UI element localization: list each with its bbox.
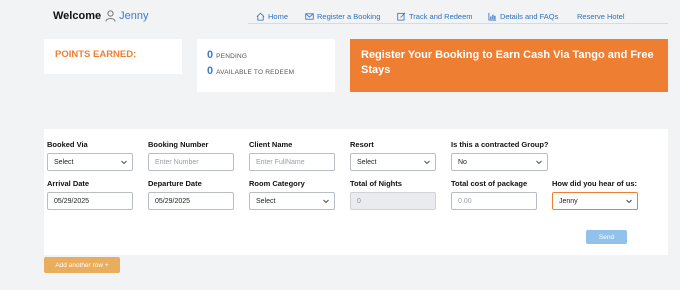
points-earned-card: POINTS EARNED: [44,39,182,74]
home-icon [256,12,265,21]
nav-divider [248,23,668,24]
hear-about-us-field: How did you hear of us: Jenny [552,179,638,210]
nav-register-booking-label: Register a Booking [317,11,381,21]
hear-about-us-label: How did you hear of us: [552,179,638,188]
contracted-group-select[interactable]: No [451,153,548,171]
resort-field: Resort Select [350,140,436,171]
nav-details-faqs-label: Details and FAQs [500,11,559,21]
envelope-icon [305,12,314,20]
client-name-placeholder: Enter FullName [256,158,305,166]
total-nights-label: Total of Nights [350,179,402,188]
resort-select[interactable]: Select [350,153,436,171]
hear-about-us-value: Jenny [559,197,578,205]
promo-banner: Register Your Booking to Earn Cash Via T… [350,39,668,92]
username: Jenny [119,10,149,22]
room-category-field: Room Category Select [249,179,335,210]
points-earned-title: POINTS EARNED: [55,49,137,60]
arrival-date-field: Arrival Date 05/29/2025 [47,179,133,210]
welcome-label: Welcome [53,10,102,22]
booking-form: Booked Via Select Booking Number Enter N… [44,129,668,255]
available-stat: 0 AVAILABLE TO REDEEM [207,65,294,77]
chart-icon [488,12,497,21]
contracted-group-field: Is this a contracted Group? No [451,140,549,171]
pending-stat: 0 PENDING [207,49,247,61]
pending-value: 0 [207,49,214,61]
chevron-down-icon [626,199,632,204]
resort-value: Select [357,158,377,166]
departure-date-label: Departure Date [148,179,202,188]
points-status-card: 0 PENDING 0 AVAILABLE TO REDEEM [197,39,335,92]
available-value: 0 [207,65,214,77]
nav-home-label: Home [268,11,289,21]
contracted-group-value: No [458,158,467,166]
chevron-down-icon [424,160,430,165]
total-nights-input: 0 [350,192,436,210]
nav-reserve-hotel-label: Reserve Hotel [577,11,625,21]
booking-number-label: Booking Number [148,140,209,149]
nav-home[interactable]: Home [256,9,288,23]
nav-details-faqs[interactable]: Details and FAQs [488,9,558,23]
total-cost-label: Total cost of package [451,179,528,188]
departure-date-field: Departure Date 05/29/2025 [148,179,234,210]
booked-via-select[interactable]: Select [47,153,133,171]
top-bar: Welcome Jenny Home Register a Booking Tr… [0,0,680,30]
resort-label: Resort [350,140,374,149]
room-category-label: Room Category [249,179,305,188]
contracted-group-label: Is this a contracted Group? [451,140,549,149]
total-cost-field: Total cost of package 0.00 [451,179,537,210]
departure-date-input[interactable]: 05/29/2025 [148,192,234,210]
booked-via-field: Booked Via Select [47,140,133,171]
pending-label: PENDING [216,53,248,60]
nav-track-redeem[interactable]: Track and Redeem [397,9,473,23]
arrival-date-label: Arrival Date [47,179,90,188]
total-nights-field: Total of Nights 0 [350,179,436,210]
total-cost-placeholder: 0.00 [458,197,472,205]
nav-reserve-hotel[interactable]: Reserve Hotel [577,9,625,23]
booking-number-field: Booking Number Enter Number [148,140,234,171]
arrival-date-input[interactable]: 05/29/2025 [47,192,133,210]
total-cost-input[interactable]: 0.00 [451,192,537,210]
client-name-label: Client Name [249,140,293,149]
edit-icon [397,12,406,21]
room-category-value: Select [256,197,276,205]
available-label: AVAILABLE TO REDEEM [216,69,295,76]
send-button[interactable]: Send [586,230,627,244]
room-category-select[interactable]: Select [249,192,335,210]
booked-via-label: Booked Via [47,140,88,149]
hear-about-us-select[interactable]: Jenny [552,192,638,210]
user-icon [105,10,116,22]
departure-date-value: 05/29/2025 [155,197,191,205]
add-row-button[interactable]: Add another row + [44,257,120,273]
arrival-date-value: 05/29/2025 [54,197,90,205]
chevron-down-icon [121,160,127,165]
booking-number-placeholder: Enter Number [155,158,199,166]
chevron-down-icon [536,160,542,165]
chevron-down-icon [323,199,329,204]
total-nights-value: 0 [357,197,361,205]
welcome-greeting: Welcome Jenny [53,10,148,22]
booking-number-input[interactable]: Enter Number [148,153,234,171]
booked-via-value: Select [54,158,74,166]
nav-register-booking[interactable]: Register a Booking [305,9,380,23]
nav-track-redeem-label: Track and Redeem [409,11,473,21]
client-name-input[interactable]: Enter FullName [249,153,335,171]
client-name-field: Client Name Enter FullName [249,140,335,171]
